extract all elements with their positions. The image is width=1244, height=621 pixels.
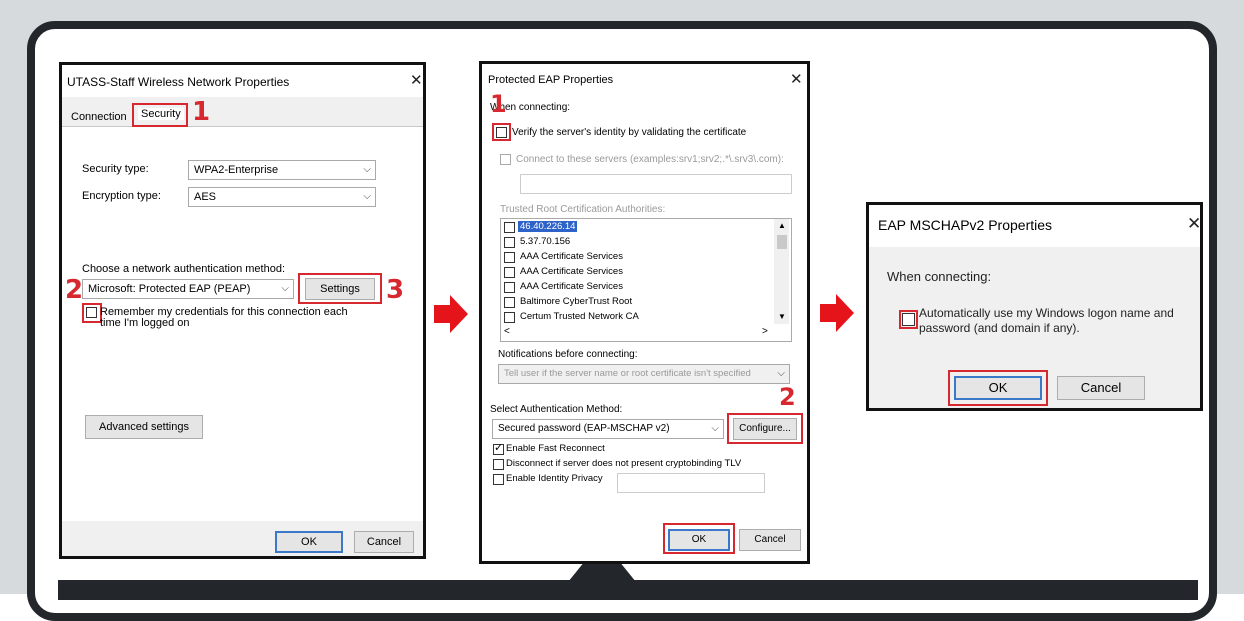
highlight-auto-logon <box>899 310 918 329</box>
cert-checkbox[interactable] <box>504 282 515 293</box>
cancel-button[interactable]: Cancel <box>739 529 801 551</box>
eap-mschapv2-dialog: EAP MSCHAPv2 Properties ✕ When connectin… <box>866 202 1203 411</box>
connect-servers-label: Connect to these servers (examples:srv1;… <box>516 154 784 165</box>
cert-checkbox[interactable] <box>504 222 515 233</box>
dialog-title: UTASS-Staff Wireless Network Properties <box>67 75 290 89</box>
list-item[interactable]: AAA Certificate Services <box>520 266 623 277</box>
scroll-up-icon[interactable]: ▲ <box>778 221 786 230</box>
dialog-title: EAP MSCHAPv2 Properties <box>878 217 1053 233</box>
tab-connection[interactable]: Connection <box>71 111 127 123</box>
scroll-down-icon[interactable]: ▼ <box>778 312 786 321</box>
chevron-down-icon: ⌵ <box>281 283 289 294</box>
advanced-settings-button[interactable]: Advanced settings <box>85 415 203 439</box>
security-type-label: Security type: <box>82 163 149 175</box>
close-icon[interactable]: ✕ <box>790 72 803 87</box>
cryptobinding-checkbox[interactable] <box>493 459 504 470</box>
scroll-thumb[interactable] <box>777 235 787 249</box>
auth-method-label: Choose a network authentication method: <box>82 263 286 275</box>
auth-method-select[interactable]: Secured password (EAP-MSCHAP v2) ⌵ <box>492 419 724 439</box>
close-icon[interactable]: ✕ <box>410 73 423 88</box>
notifications-label: Notifications before connecting: <box>498 349 638 360</box>
auto-logon-label-line1: Automatically use my Windows logon name … <box>919 306 1174 320</box>
close-icon[interactable]: ✕ <box>1187 215 1201 232</box>
identity-input[interactable] <box>617 473 765 493</box>
encryption-type-label: Encryption type: <box>82 190 161 202</box>
dialog-title: Protected EAP Properties <box>488 74 614 86</box>
cert-checkbox[interactable] <box>504 297 515 308</box>
scroll-left-icon[interactable]: < <box>504 326 510 337</box>
list-item[interactable]: Certum Trusted Network CA <box>520 311 639 322</box>
encryption-type-value: AES <box>194 191 217 203</box>
bottom-bar <box>58 580 1198 600</box>
highlight-ok <box>663 523 735 554</box>
protected-eap-dialog: Protected EAP Properties ✕ When connecti… <box>479 61 810 564</box>
list-item[interactable]: AAA Certificate Services <box>520 281 623 292</box>
cryptobinding-label: Disconnect if server does not present cr… <box>506 458 742 469</box>
cert-checkbox[interactable] <box>504 312 515 323</box>
security-type-value: WPA2-Enterprise <box>194 164 279 176</box>
cert-checkbox[interactable] <box>504 252 515 263</box>
highlight-verify <box>492 123 511 141</box>
auth-method-value: Microsoft: Protected EAP (PEAP) <box>88 283 251 295</box>
highlight-configure <box>727 413 803 444</box>
step-number: 1 <box>490 90 507 118</box>
select-auth-label: Select Authentication Method: <box>490 404 623 415</box>
encryption-type-select[interactable]: AES ⌵ <box>188 187 376 207</box>
when-connecting-label: When connecting: <box>887 269 992 284</box>
fast-reconnect-checkbox[interactable] <box>493 441 504 455</box>
fast-reconnect-label: Enable Fast Reconnect <box>506 443 605 454</box>
ok-button[interactable]: OK <box>275 531 343 553</box>
notifications-select[interactable]: Tell user if the server name or root cer… <box>498 364 790 384</box>
cancel-button[interactable]: Cancel <box>354 531 414 553</box>
highlight-settings <box>298 273 382 304</box>
notifications-value: Tell user if the server name or root cer… <box>504 368 751 379</box>
wireless-properties-dialog: UTASS-Staff Wireless Network Properties … <box>59 62 426 559</box>
step-number: 3 <box>386 275 405 305</box>
step-number: 1 <box>192 97 211 127</box>
highlight-ok <box>948 370 1048 406</box>
chevron-down-icon: ⌵ <box>363 164 371 175</box>
arrow-right-icon <box>434 295 468 333</box>
auth-method-select[interactable]: Microsoft: Protected EAP (PEAP) ⌵ <box>82 279 294 299</box>
verify-server-label: Verify the server's identity by validati… <box>512 127 747 138</box>
list-item[interactable]: Baltimore CyberTrust Root <box>520 296 632 307</box>
chevron-down-icon: ⌵ <box>711 423 719 434</box>
trusted-root-label: Trusted Root Certification Authorities: <box>500 204 666 215</box>
scroll-right-icon[interactable]: > <box>762 326 768 337</box>
chevron-down-icon: ⌵ <box>363 191 371 202</box>
arrow-right-icon <box>820 294 854 332</box>
identity-privacy-label: Enable Identity Privacy <box>506 473 603 484</box>
list-item[interactable]: AAA Certificate Services <box>520 251 623 262</box>
connect-servers-checkbox[interactable] <box>500 154 511 165</box>
list-item[interactable]: 5.37.70.156 <box>520 236 570 247</box>
step-number: 2 <box>65 275 84 305</box>
cert-checkbox[interactable] <box>504 237 515 248</box>
auto-logon-label-line2: password (and domain if any). <box>919 321 1080 335</box>
servers-input[interactable] <box>520 174 792 194</box>
highlight-security-tab <box>132 103 188 127</box>
cancel-button[interactable]: Cancel <box>1057 376 1145 400</box>
auth-method-value: Secured password (EAP-MSCHAP v2) <box>498 423 670 434</box>
chevron-down-icon: ⌵ <box>777 368 785 379</box>
remember-credentials-label: Remember my credentials for this connect… <box>100 306 348 329</box>
security-type-select[interactable]: WPA2-Enterprise ⌵ <box>188 160 376 180</box>
cert-checkbox[interactable] <box>504 267 515 278</box>
identity-privacy-checkbox[interactable] <box>493 474 504 485</box>
step-number: 2 <box>779 383 796 411</box>
list-item[interactable]: 46.40.226.14 <box>518 221 578 232</box>
highlight-remember <box>82 303 102 323</box>
